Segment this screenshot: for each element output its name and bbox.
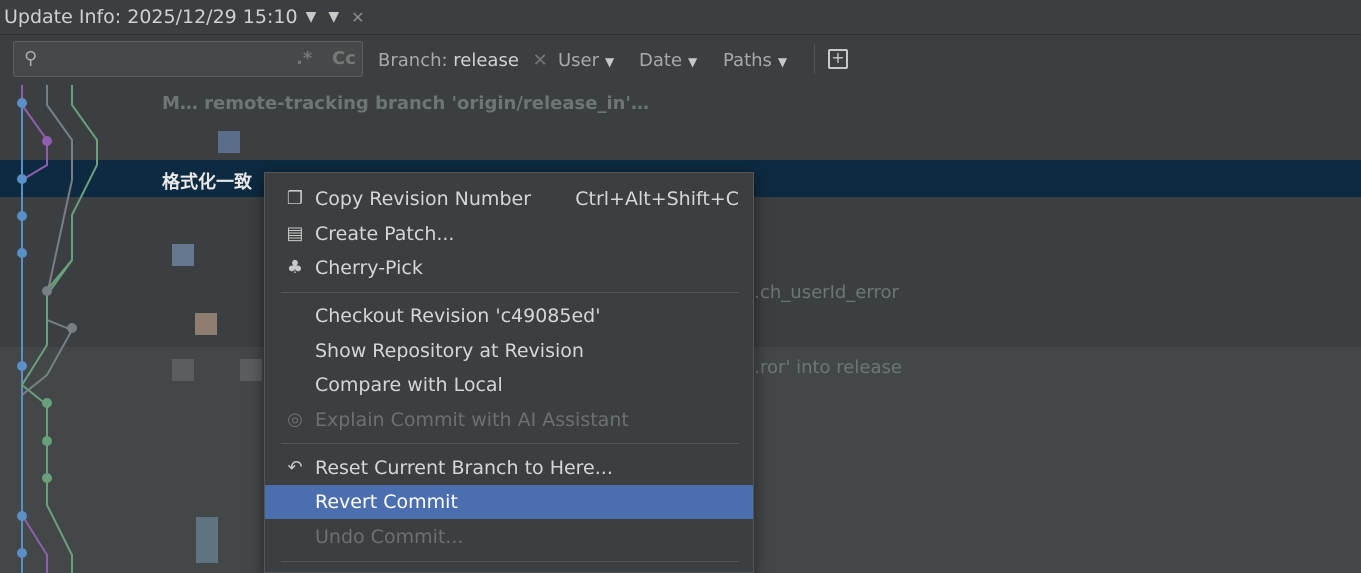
- menu-item-label: Cherry-Pick: [315, 257, 423, 279]
- avatar: [195, 313, 217, 335]
- menu-item-explain-commit: ◎ Explain Commit with AI Assistant: [265, 403, 753, 437]
- menu-item-create-patch[interactable]: ▤ Create Patch...: [265, 217, 753, 251]
- menu-separator: [281, 443, 739, 444]
- user-filter-label: User: [558, 50, 600, 71]
- menu-item-revert-commit[interactable]: Revert Commit: [265, 485, 753, 519]
- avatar: [240, 359, 262, 381]
- commit-message: 格式化一致: [162, 172, 252, 193]
- menu-item-compare-local[interactable]: Compare with Local: [265, 368, 753, 402]
- table-row[interactable]: [0, 123, 1361, 160]
- menu-item-label: Explain Commit with AI Assistant: [315, 409, 629, 431]
- commit-message: …ch_userId_error: [742, 282, 899, 303]
- cherry-icon: ♣: [286, 257, 304, 278]
- avatar: [172, 244, 194, 266]
- tab-menu-chevron-icon[interactable]: ▼: [328, 9, 339, 25]
- chevron-down-icon: ▼: [777, 55, 788, 69]
- copy-icon: ❐: [286, 188, 304, 209]
- menu-item-checkout-revision[interactable]: Checkout Revision 'c49085ed': [265, 299, 753, 333]
- toolbar-divider: [814, 44, 815, 74]
- menu-item-undo-commit: Undo Commit...: [265, 520, 753, 554]
- update-info-title[interactable]: Update Info: 2025/12/29 15:10: [4, 6, 298, 28]
- chevron-down-icon: ▼: [688, 55, 698, 69]
- context-menu: ❐ Copy Revision Number Ctrl+Alt+Shift+C …: [264, 172, 754, 573]
- menu-separator: [281, 561, 739, 562]
- commit-message: M… remote-tracking branch 'origin/releas…: [162, 93, 649, 114]
- ai-assistant-icon: ◎: [287, 409, 303, 430]
- avatar: [172, 359, 194, 381]
- search-icon[interactable]: ⚲: [24, 48, 37, 69]
- chevron-down-icon: ▼: [605, 55, 615, 69]
- menu-item-label: Copy Revision Number: [315, 188, 532, 210]
- user-filter[interactable]: User ▼: [558, 50, 614, 71]
- clear-filter-icon[interactable]: ✕: [533, 50, 548, 71]
- regex-toggle[interactable]: .*: [296, 48, 312, 69]
- log-toolbar: ⚲ .* Cc Branch: release ✕ User ▼ Date ▼ Pa…: [0, 34, 1361, 86]
- table-row[interactable]: M… remote-tracking branch 'origin/releas…: [0, 85, 1361, 123]
- menu-item-copy-revision[interactable]: ❐ Copy Revision Number Ctrl+Alt+Shift+C: [265, 182, 753, 216]
- menu-item-label: Show Repository at Revision: [315, 340, 584, 362]
- menu-item-reset-branch[interactable]: ↶ Reset Current Branch to Here...: [265, 451, 753, 485]
- date-filter-label: Date: [639, 50, 683, 71]
- branch-filter-value: release: [453, 50, 519, 71]
- menu-item-label: Revert Commit: [315, 491, 458, 513]
- paths-filter-label: Paths: [723, 50, 772, 71]
- match-case-toggle[interactable]: Cc: [332, 48, 356, 69]
- chevron-down-icon[interactable]: ▼: [306, 9, 317, 25]
- add-tab-icon[interactable]: +: [828, 49, 848, 69]
- title-bar: Update Info: 2025/12/29 15:10 ▼ ▼ ✕: [0, 0, 1361, 34]
- avatar: [218, 131, 240, 153]
- commit-message: …ror' into release: [742, 357, 902, 378]
- patch-icon: ▤: [286, 223, 304, 244]
- date-filter[interactable]: Date ▼: [639, 50, 697, 71]
- close-icon[interactable]: ✕: [351, 8, 364, 27]
- branch-filter[interactable]: Branch: release ✕: [378, 50, 548, 71]
- menu-item-label: Undo Commit...: [315, 526, 464, 548]
- menu-separator: [281, 292, 739, 293]
- search-field[interactable]: ⚲ .* Cc: [13, 41, 363, 77]
- commit-graph: [17, 85, 98, 573]
- avatar: [196, 517, 218, 563]
- menu-item-label: Reset Current Branch to Here...: [315, 457, 613, 479]
- menu-item-show-repository[interactable]: Show Repository at Revision: [265, 334, 753, 368]
- branch-filter-label: Branch:: [378, 50, 454, 71]
- menu-item-label: Create Patch...: [315, 223, 455, 245]
- menu-item-label: Checkout Revision 'c49085ed': [315, 305, 601, 327]
- menu-item-label: Compare with Local: [315, 374, 503, 396]
- paths-filter[interactable]: Paths ▼: [723, 50, 787, 71]
- menu-item-cherry-pick[interactable]: ♣ Cherry-Pick: [265, 251, 753, 285]
- menu-item-shortcut: Ctrl+Alt+Shift+C: [575, 188, 739, 210]
- reset-icon: ↶: [287, 457, 303, 478]
